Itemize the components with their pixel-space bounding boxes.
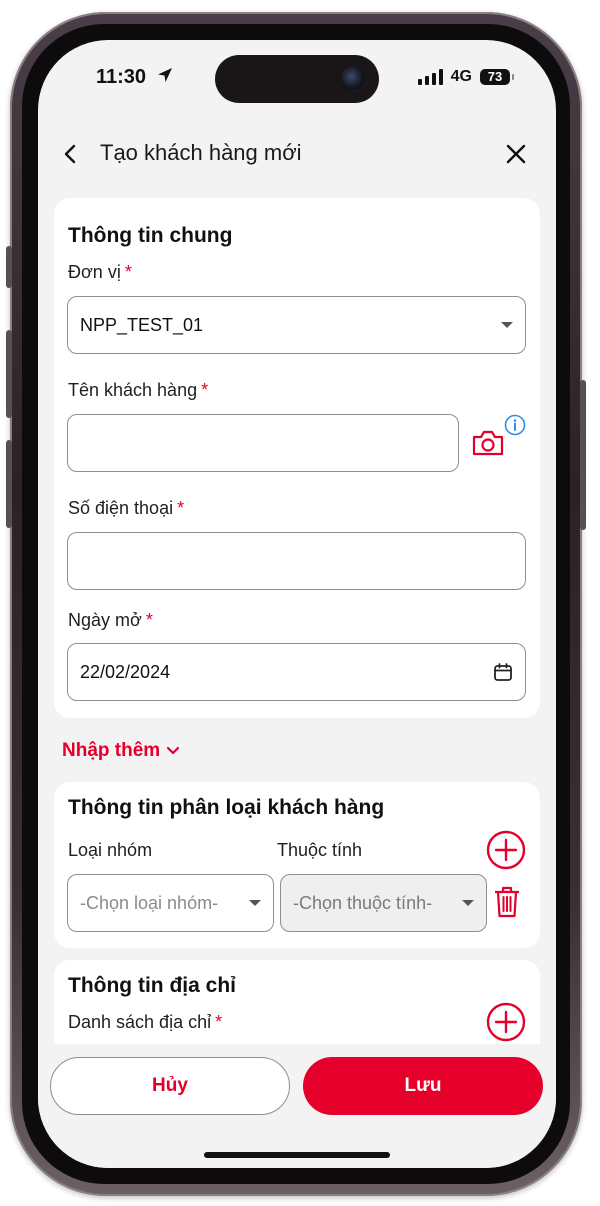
unit-select[interactable]: NPP_TEST_01 [67, 296, 526, 354]
home-indicator[interactable] [204, 1152, 390, 1158]
volume-up-button [6, 330, 12, 418]
info-button[interactable] [504, 414, 526, 436]
camera-button[interactable] [469, 426, 507, 460]
open-date-input[interactable]: 22/02/2024 [67, 643, 526, 701]
trash-icon [495, 886, 519, 918]
action-button [6, 246, 12, 288]
back-button[interactable] [58, 140, 82, 168]
app-screen: 11:30 4G 73 Tạo khách hàng mới Thông tin… [38, 40, 556, 1168]
dynamic-island [215, 55, 379, 103]
classification-card: Thông tin phân loại khách hàng Loại nhóm… [54, 782, 540, 948]
save-button[interactable]: Lưu [303, 1057, 543, 1115]
chevron-down-icon [167, 746, 180, 755]
open-date-value: 22/02/2024 [80, 661, 171, 682]
customer-name-input[interactable] [67, 414, 459, 472]
plus-circle-icon [486, 830, 526, 870]
info-icon [504, 414, 526, 436]
general-info-card: Thông tin chung Đơn vị * NPP_TEST_01 Tên … [54, 198, 540, 718]
calendar-icon[interactable] [493, 662, 513, 682]
close-button[interactable] [502, 140, 530, 168]
general-info-title: Thông tin chung [68, 224, 233, 247]
close-icon [506, 144, 526, 164]
phone-input[interactable] [67, 532, 526, 590]
address-list-label: Danh sách địa chỉ * [68, 1012, 223, 1032]
address-title: Thông tin địa chỉ [68, 974, 236, 997]
group-label: Loại nhóm [68, 840, 153, 860]
caret-down-icon [501, 322, 513, 328]
cancel-button[interactable]: Hủy [50, 1057, 290, 1115]
cellular-signal-icon [417, 69, 443, 85]
add-classification-button[interactable] [486, 830, 526, 870]
caret-down-icon [249, 900, 261, 906]
delete-classification-button[interactable] [490, 882, 524, 922]
add-address-button[interactable] [486, 1002, 526, 1042]
status-indicators: 4G 73 [417, 68, 514, 86]
attribute-select[interactable]: -Chọn thuộc tính- [280, 874, 487, 932]
phone-label: Số điện thoại * [68, 498, 185, 518]
chevron-left-icon [64, 144, 76, 164]
open-date-label: Ngày mở * [68, 610, 153, 630]
attribute-label: Thuộc tính [277, 840, 363, 860]
plus-circle-icon [486, 1002, 526, 1042]
network-type: 4G [450, 68, 472, 85]
battery-icon: 73 [480, 69, 514, 85]
bottom-action-bar: Hủy Lưu [38, 1044, 556, 1168]
more-info-toggle[interactable]: Nhập thêm [62, 740, 180, 762]
camera-icon [472, 430, 504, 456]
group-select[interactable]: -Chọn loại nhóm- [67, 874, 274, 932]
app-header: Tạo khách hàng mới [38, 132, 556, 176]
page-title: Tạo khách hàng mới [100, 140, 302, 165]
classification-title: Thông tin phân loại khách hàng [68, 796, 385, 819]
volume-down-button [6, 440, 12, 528]
power-button [580, 380, 586, 530]
unit-value: NPP_TEST_01 [80, 314, 204, 335]
camera-lens [341, 66, 367, 92]
unit-label: Đơn vị * [68, 262, 132, 282]
location-arrow-icon [157, 68, 172, 82]
customer-name-label: Tên khách hàng * [68, 380, 209, 400]
status-time: 11:30 [96, 66, 174, 89]
caret-down-icon [462, 900, 474, 906]
